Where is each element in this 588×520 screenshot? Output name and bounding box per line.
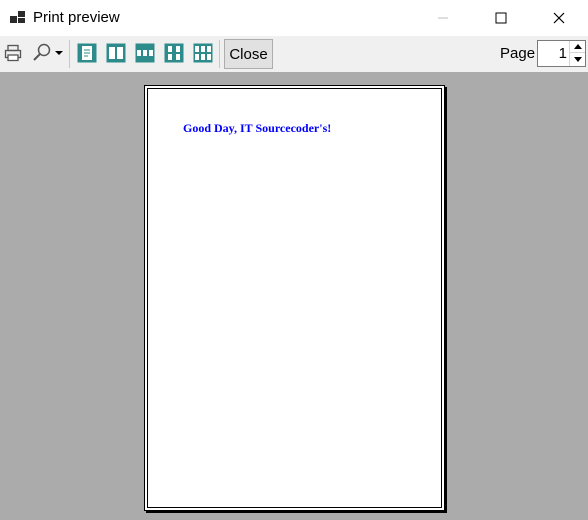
arrow-up-icon [573,44,582,49]
zoom-icon [33,43,51,61]
document-text: Good Day, IT Sourcecoder's! [183,121,332,135]
print-button[interactable] [2,41,24,65]
page-border [147,88,442,508]
window-title: Print preview [33,9,120,26]
maximize-icon [495,12,507,24]
page-number-value[interactable]: 1 [559,45,567,62]
close-preview-button[interactable]: Close [224,39,273,69]
spinner-buttons [569,41,585,66]
four-pages-button[interactable] [163,42,185,64]
three-pages-button[interactable] [134,42,156,64]
spinner-up-button[interactable] [570,41,585,53]
close-icon [553,12,565,24]
preview-page: Good Day, IT Sourcecoder's! [144,85,445,511]
six-pages-icon [193,43,213,63]
title-bar: Print preview [0,0,588,36]
page-number-spinner[interactable]: 1 [537,40,586,67]
two-pages-button[interactable] [105,42,127,64]
one-page-button[interactable] [76,42,98,64]
spinner-down-button[interactable] [570,53,585,65]
minimize-icon [438,17,448,19]
one-page-icon [77,43,97,63]
six-pages-button[interactable] [192,42,214,64]
toolbar-separator [69,40,70,68]
chevron-down-icon [55,51,63,55]
minimize-button[interactable] [414,0,472,36]
arrow-down-icon [573,56,582,62]
four-pages-icon [164,43,184,63]
page-label: Page [500,45,536,62]
two-pages-icon [106,43,126,63]
zoom-dropdown-button[interactable] [28,41,68,65]
app-icon [10,11,25,23]
maximize-button[interactable] [472,0,530,36]
printer-icon [4,44,22,62]
close-window-button[interactable] [530,0,588,36]
toolbar-separator [219,40,220,68]
three-pages-icon [135,43,155,63]
